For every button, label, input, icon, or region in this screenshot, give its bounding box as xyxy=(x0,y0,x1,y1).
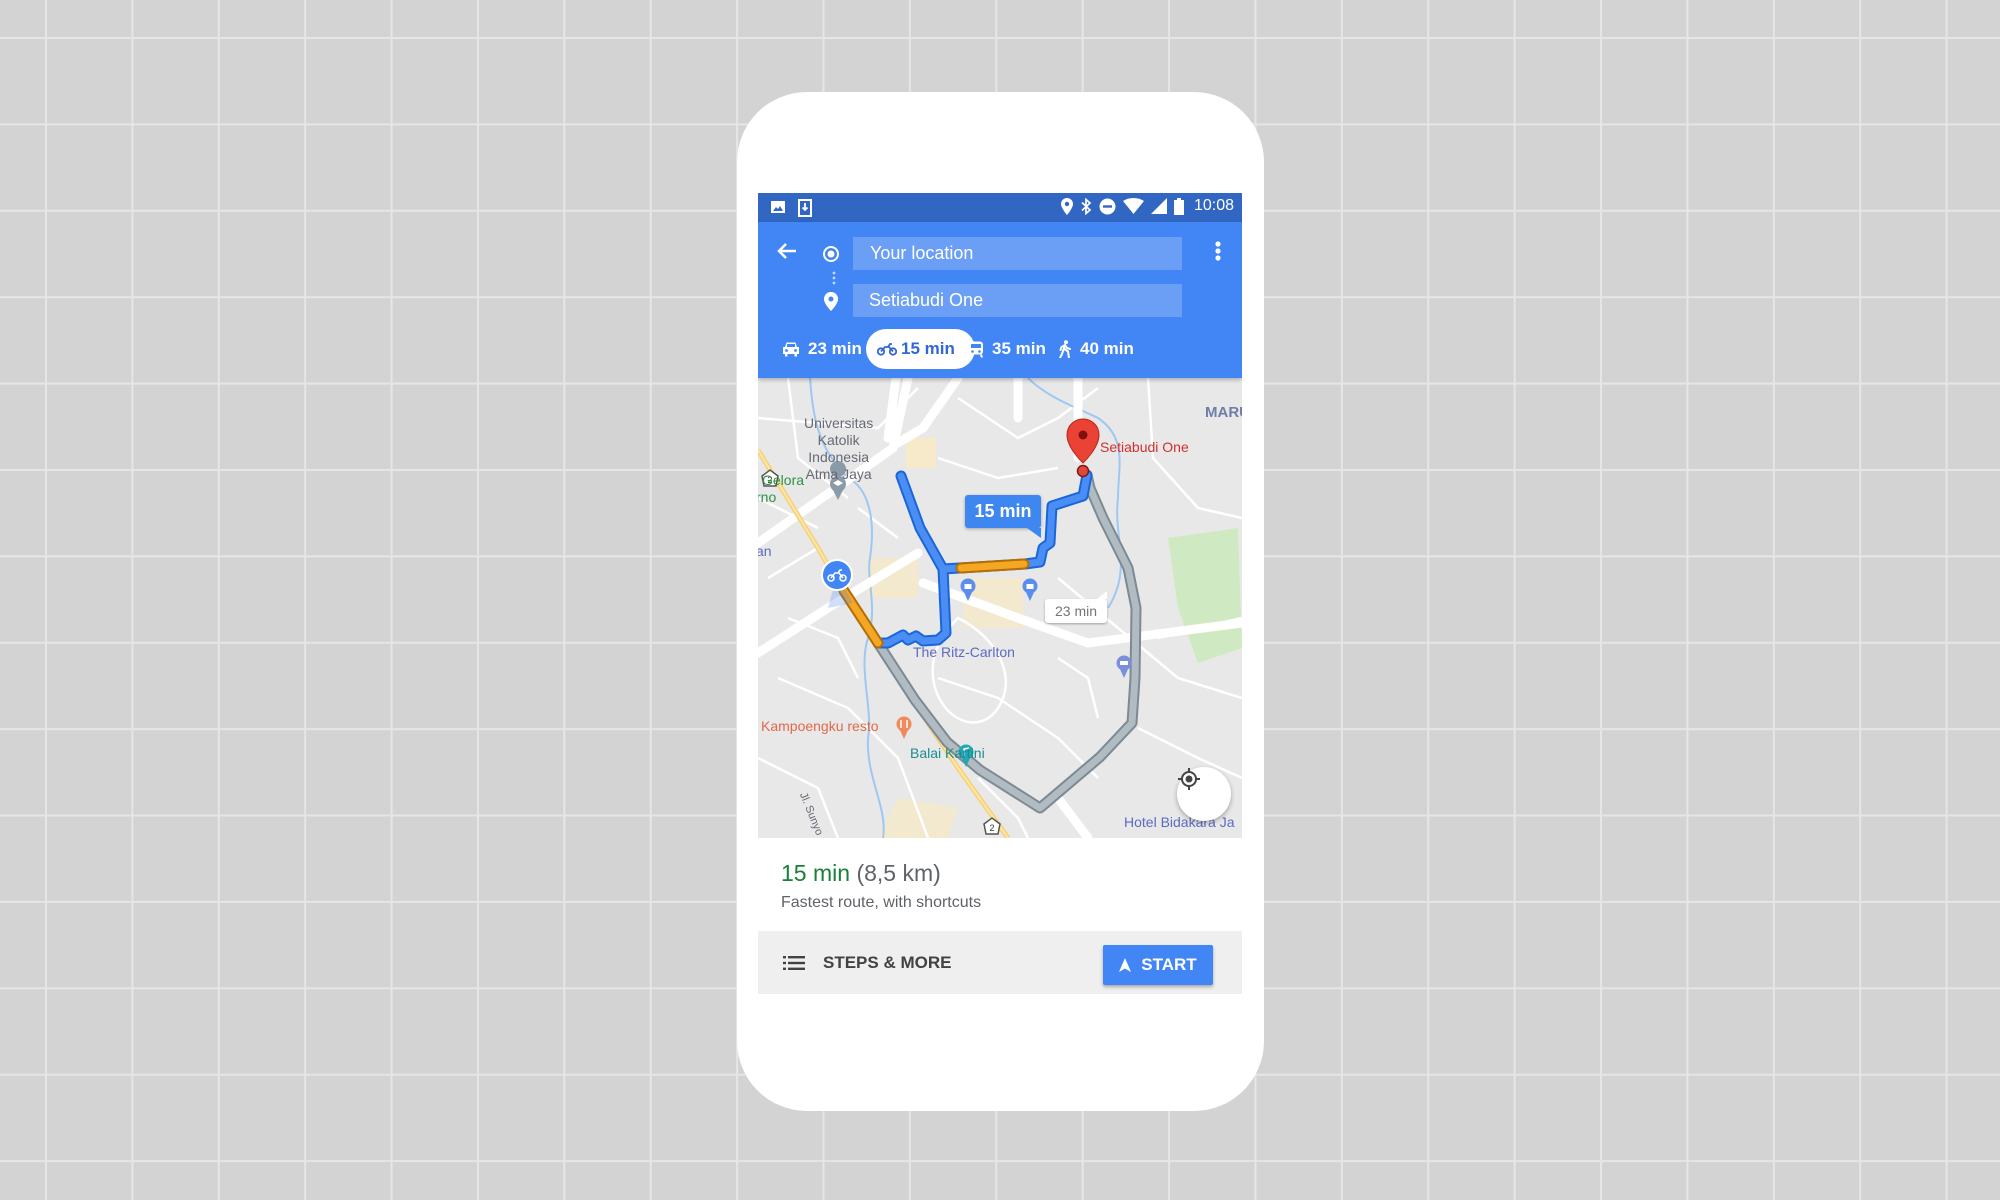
status-bar: 10:08 xyxy=(758,193,1242,222)
image-icon xyxy=(771,201,785,213)
map-label-line: Atma Jaya xyxy=(805,466,872,482)
route-summary: 15 min (8,5 km) Fastest route, with shor… xyxy=(758,838,1242,931)
tab-walk-label: 40 min xyxy=(1080,339,1134,358)
directions-header: Your location Setiabudi One 23 min 15 mi… xyxy=(758,222,1242,378)
route-callout-alternative[interactable]: 23 min xyxy=(1045,591,1107,623)
route-duration: 15 min xyxy=(781,860,851,886)
road-shield-bottom-text: 2 xyxy=(989,823,994,833)
crosshair-icon xyxy=(1178,768,1200,790)
tab-walk[interactable]: 40 min xyxy=(1046,329,1146,369)
traffic-segment-1 xyxy=(957,560,1028,572)
current-location-marker[interactable] xyxy=(821,559,853,591)
map-label-left-edge: an xyxy=(758,543,772,559)
map-label-ritz-carlton: The Ritz-Carlton xyxy=(913,644,1015,660)
origin-input[interactable]: Your location xyxy=(853,237,1182,270)
route-summary-headline: 15 min (8,5 km) xyxy=(781,860,941,887)
map-label-balai-kartini: Balai Kartini xyxy=(910,745,985,761)
more-options-icon[interactable] xyxy=(1208,236,1228,266)
start-label: START xyxy=(1141,955,1197,974)
origin-dot-icon xyxy=(823,246,839,262)
place-pin-icon xyxy=(824,292,838,311)
route-distance: (8,5 km) xyxy=(856,860,941,886)
map-label-line: Gelora xyxy=(762,472,805,488)
walk-icon xyxy=(1059,340,1071,358)
map-area-campus xyxy=(906,438,936,468)
map-label-line: Katolik xyxy=(817,432,860,448)
destination-input[interactable]: Setiabudi One xyxy=(853,284,1182,317)
do-not-disturb-icon xyxy=(1099,198,1116,214)
wifi-icon xyxy=(1122,198,1144,214)
steps-and-more-button[interactable]: STEPS & MORE xyxy=(783,944,951,982)
car-icon xyxy=(783,342,799,357)
route-callout-selected[interactable]: 15 min xyxy=(965,495,1041,538)
map-label-gelora: Gelora rno xyxy=(758,472,805,506)
location-icon xyxy=(1060,197,1073,215)
map-area-block xyxy=(878,798,958,838)
download-icon xyxy=(798,199,812,217)
phone-screen: 10:08 Your location Setiabudi One 23 min… xyxy=(758,193,1242,994)
map-label-maru: MARU xyxy=(1205,404,1242,421)
route-description: Fastest route, with shortcuts xyxy=(781,894,982,911)
tab-transit-label: 35 min xyxy=(992,339,1046,358)
restaurant-poi-icon xyxy=(896,716,912,739)
map-label-line: rno xyxy=(758,489,777,505)
my-location-button[interactable] xyxy=(1177,767,1231,821)
tab-drive-label: 23 min xyxy=(808,339,862,358)
action-bar: STEPS & MORE START xyxy=(758,931,1242,994)
travel-mode-tabs: 23 min 15 min 35 min 40 min xyxy=(758,329,1242,369)
map-label-destination: Setiabudi One xyxy=(1100,439,1189,455)
back-arrow-icon[interactable] xyxy=(774,238,800,264)
tab-drive[interactable]: 23 min xyxy=(770,329,874,369)
signal-icon xyxy=(1150,198,1167,214)
battery-icon xyxy=(1173,197,1184,215)
motorcycle-icon xyxy=(877,343,897,356)
map-label-university: Universitas Katolik Indonesia Atma Jaya xyxy=(804,415,873,483)
tab-transit[interactable]: 35 min xyxy=(956,329,1058,369)
map-label-kampoengku: Kampoengku resto xyxy=(761,718,879,734)
map-label-line: Indonesia xyxy=(808,449,869,465)
navigation-arrow-icon xyxy=(1119,958,1132,972)
start-navigation-button[interactable]: START xyxy=(1103,945,1213,985)
status-time: 10:08 xyxy=(1193,197,1234,214)
map-label-line: Universitas xyxy=(804,415,874,431)
route-dots-icon xyxy=(832,271,836,285)
map-view[interactable]: 2 2 Universitas Katolik Indonesia Atma J… xyxy=(758,378,1242,838)
train-icon xyxy=(969,341,983,358)
tab-motorcycle-label: 15 min xyxy=(901,339,955,358)
steps-and-more-label: STEPS & MORE xyxy=(823,953,952,972)
bluetooth-icon xyxy=(1081,197,1092,215)
shopping-poi-icon xyxy=(1022,578,1038,601)
map-area-park xyxy=(1168,528,1242,663)
hotel-poi-icon xyxy=(1116,655,1132,678)
destination-pin-icon[interactable] xyxy=(1066,418,1100,478)
list-icon xyxy=(783,956,805,970)
